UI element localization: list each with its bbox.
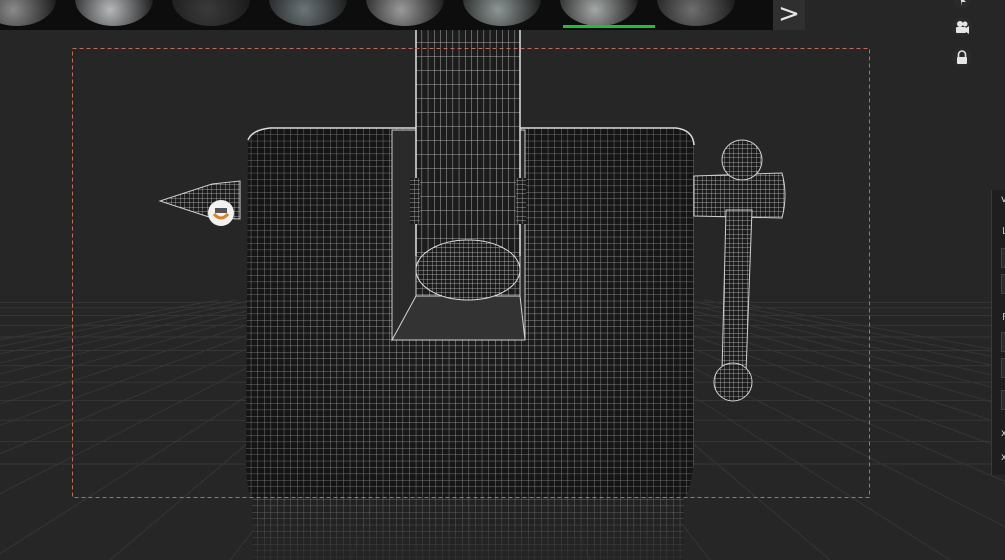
transform-gizmo-icon[interactable] [208,200,234,226]
chevron-down-icon[interactable]: v [1001,194,1005,205]
panel-field-2[interactable] [1001,274,1005,294]
material-sphere-5[interactable] [366,0,444,26]
panel-field-4[interactable] [1001,358,1005,378]
model-reflection [252,497,684,560]
material-sphere-2[interactable] [75,0,153,26]
material-sphere-6[interactable] [463,0,541,26]
vertical-shaft [410,30,526,301]
panel-field-1[interactable] [1001,248,1005,268]
lock-icon[interactable] [951,47,973,69]
selected-material-indicator [563,25,655,28]
panel-field-3[interactable] [1001,332,1005,352]
close-icon[interactable]: x [1001,428,1005,439]
video-camera-icon[interactable] [951,16,973,38]
material-sphere-1[interactable] [0,0,56,26]
material-sphere-3[interactable] [172,0,250,26]
cursor-icon[interactable] [951,0,973,14]
properties-panel: v L F x x [991,190,1005,475]
panel-field-5[interactable] [1001,390,1005,410]
material-browser [0,0,805,30]
close-icon[interactable]: x [1001,452,1005,463]
chevron-right-icon[interactable]: > [773,0,805,30]
material-sphere-8[interactable] [657,0,735,26]
material-sphere-7[interactable] [560,0,638,26]
material-sphere-4[interactable] [269,0,347,26]
3d-viewport[interactable] [0,0,1005,560]
